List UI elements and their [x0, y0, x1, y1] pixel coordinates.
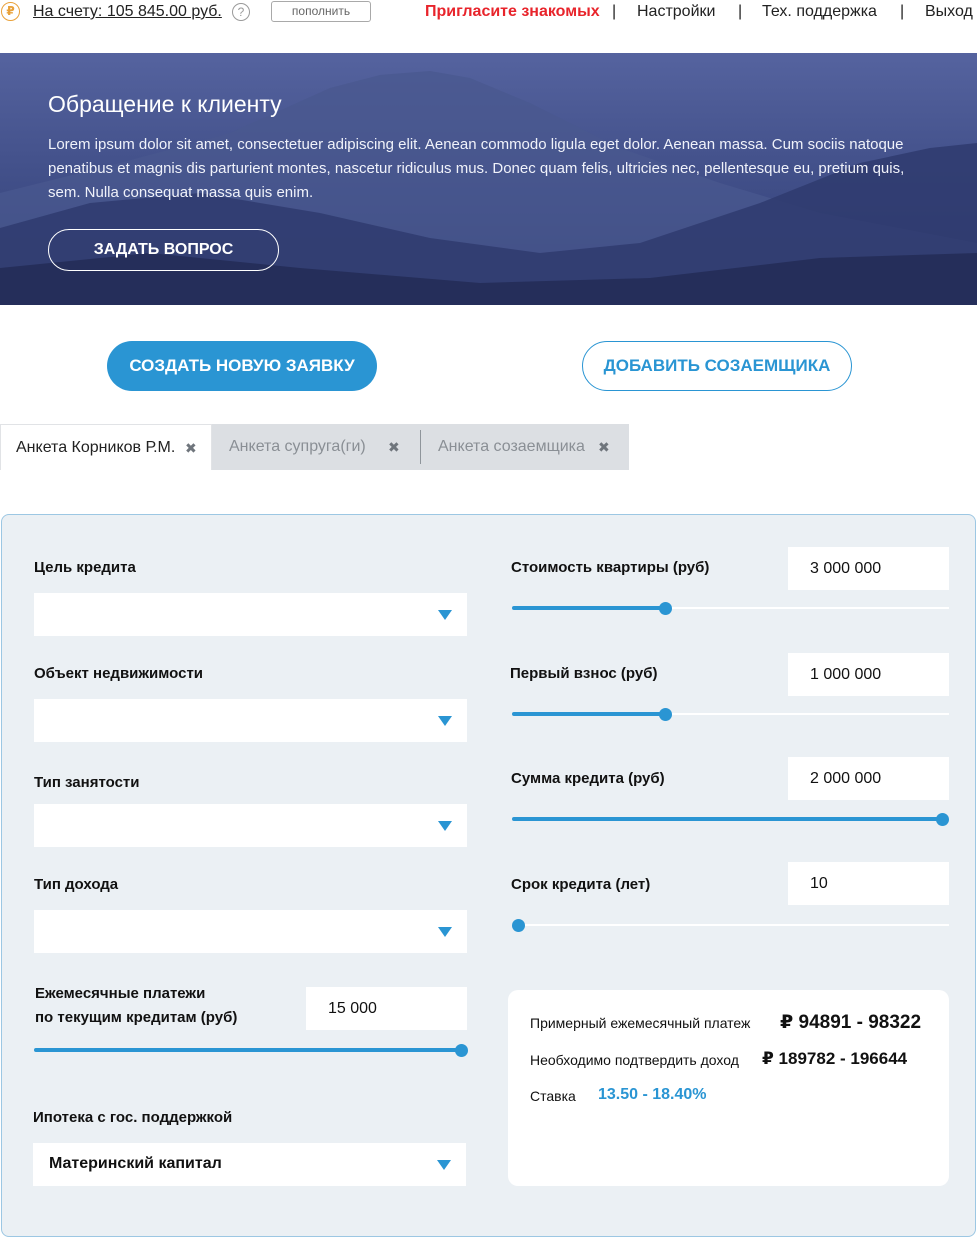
- rate-label: Ставка: [530, 1088, 576, 1104]
- calculation-result-card: Примерный ежемесячный платеж ₽ 94891 - 9…: [508, 990, 949, 1186]
- ask-question-button[interactable]: ЗАДАТЬ ВОПРОС: [48, 229, 279, 271]
- close-icon[interactable]: ✖: [185, 425, 197, 471]
- hero-title: Обращение к клиенту: [48, 91, 282, 117]
- balance-link[interactable]: На счету: 105 845.00 руб.: [33, 3, 222, 21]
- slider-fill: [512, 606, 665, 610]
- slider-handle[interactable]: [512, 919, 525, 932]
- settings-link[interactable]: Настройки: [637, 3, 715, 21]
- monthly-payments-slider[interactable]: [34, 1044, 468, 1057]
- chevron-down-icon: [438, 716, 452, 726]
- property-label: Объект недвижимости: [34, 665, 204, 682]
- slider-handle[interactable]: [455, 1044, 468, 1057]
- downpayment-input[interactable]: 1 000 000: [788, 653, 949, 696]
- price-label: Стоимость квартиры (руб): [511, 559, 710, 576]
- gov-support-select[interactable]: Материнский капитал: [33, 1143, 466, 1186]
- create-application-button[interactable]: СОЗДАТЬ НОВУЮ ЗАЯВКУ: [107, 341, 377, 391]
- invite-link[interactable]: Пригласите знакомых: [425, 3, 600, 21]
- slider-track: [518, 924, 949, 926]
- hero-text: Lorem ipsum dolor sit amet, consectetuer…: [48, 136, 905, 201]
- income-type-label: Тип дохода: [34, 876, 119, 893]
- tab-profile-coborrower[interactable]: Анкета созаемщика ✖: [421, 424, 629, 470]
- help-icon[interactable]: ?: [232, 3, 250, 21]
- ruble-coin-icon: ₽: [1, 2, 20, 21]
- purpose-select[interactable]: [34, 593, 467, 636]
- tab-label: Анкета супруга(ги): [229, 438, 366, 455]
- price-input[interactable]: 3 000 000: [788, 547, 949, 590]
- monthly-payments-label-line1: Ежемесячные платежи: [35, 985, 206, 1002]
- gov-support-value: Материнский капитал: [49, 1155, 222, 1172]
- income-type-select[interactable]: [34, 910, 467, 953]
- chevron-down-icon: [438, 927, 452, 937]
- monthly-payment-value: ₽ 94891 - 98322: [780, 1012, 922, 1033]
- add-coborrower-button[interactable]: ДОБАВИТЬ СОЗАЕМЩИКА: [582, 341, 852, 391]
- chevron-down-icon: [438, 610, 452, 620]
- downpayment-slider[interactable]: [512, 708, 949, 721]
- tab-label: Анкета созаемщика: [438, 438, 585, 455]
- employment-select[interactable]: [34, 804, 467, 847]
- employment-label: Тип занятости: [34, 774, 140, 791]
- price-slider[interactable]: [512, 602, 949, 615]
- nav-separator: |: [738, 3, 743, 20]
- slider-handle[interactable]: [658, 602, 672, 615]
- monthly-payment-label: Примерный ежемесячный платеж: [530, 1015, 751, 1031]
- rate-value: 13.50 - 18.40%: [598, 1086, 707, 1103]
- logout-link[interactable]: Выход: [925, 3, 973, 21]
- slider-handle[interactable]: [658, 708, 672, 721]
- loan-term-slider[interactable]: [512, 919, 949, 932]
- topup-button[interactable]: пополнить: [271, 1, 371, 22]
- tab-profile-spouse[interactable]: Анкета супруга(ги) ✖: [212, 424, 420, 470]
- profile-tabs: Анкета Корников Р.М. ✖ Анкета супруга(ги…: [0, 424, 629, 470]
- monthly-payments-input[interactable]: 15 000: [306, 987, 467, 1030]
- loan-term-label: Срок кредита (лет): [511, 876, 651, 893]
- nav-separator: |: [900, 3, 905, 20]
- chevron-down-icon: [438, 821, 452, 831]
- gov-support-label: Ипотека с гос. поддержкой: [33, 1109, 233, 1126]
- required-income-value: ₽ 189782 - 196644: [762, 1049, 908, 1068]
- loan-amount-input[interactable]: 2 000 000: [788, 757, 949, 800]
- loan-term-input[interactable]: 10: [788, 862, 949, 905]
- slider-fill: [34, 1048, 461, 1052]
- tab-label: Анкета Корников Р.М.: [16, 439, 176, 456]
- required-income-label: Необходимо подтвердить доход: [530, 1052, 739, 1068]
- top-bar: ₽ На счету: 105 845.00 руб. ? пополнить …: [0, 0, 977, 26]
- loan-amount-slider[interactable]: [512, 813, 949, 826]
- support-link[interactable]: Тех. поддержка: [762, 3, 877, 21]
- close-icon[interactable]: ✖: [388, 424, 400, 470]
- slider-fill: [512, 712, 665, 716]
- purpose-label: Цель кредита: [34, 559, 136, 576]
- nav-separator: |: [612, 3, 617, 20]
- tab-profile-kornikov[interactable]: Анкета Корников Р.М. ✖: [0, 424, 212, 470]
- close-icon[interactable]: ✖: [598, 424, 610, 470]
- loan-amount-label: Сумма кредита (руб): [511, 770, 665, 787]
- downpayment-label: Первый взнос (руб): [510, 665, 658, 682]
- slider-handle[interactable]: [936, 813, 949, 826]
- hero-banner: Обращение к клиенту Lorem ipsum dolor si…: [0, 53, 977, 305]
- property-select[interactable]: [34, 699, 467, 742]
- slider-fill: [512, 817, 942, 821]
- monthly-payments-label-line2: по текущим кредитам (руб): [35, 1009, 238, 1026]
- chevron-down-icon: [437, 1160, 451, 1170]
